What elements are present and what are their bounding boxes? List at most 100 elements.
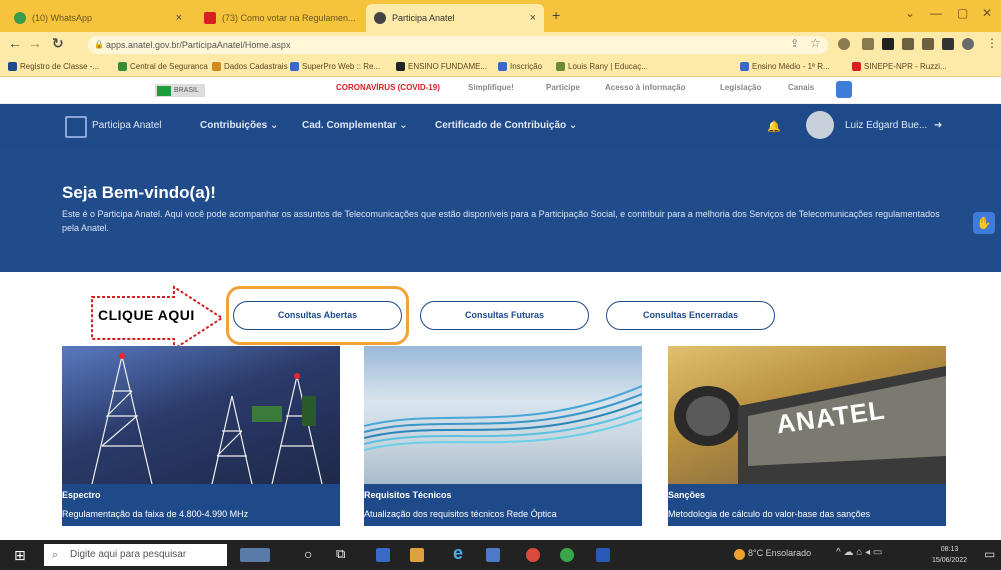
url-field[interactable]: 🔒 apps.anatel.gov.br/ParticipaAnatel/Hom…: [88, 36, 828, 54]
close-icon[interactable]: ×: [176, 12, 182, 24]
cortana-icon[interactable]: ○: [304, 546, 312, 562]
site-logo-text[interactable]: Participa Anatel: [92, 120, 162, 131]
task-view-icon[interactable]: ⧉: [336, 546, 345, 562]
nav-label: Cad. Complementar: [302, 120, 397, 131]
date-text: 15/06/2022: [932, 557, 968, 564]
back-arrow-icon[interactable]: ←: [8, 35, 22, 51]
chevron-down-icon[interactable]: ⌄: [905, 6, 915, 20]
bookmark-item[interactable]: ENSINO FUNDAME...: [396, 62, 487, 71]
star-icon[interactable]: ☆: [810, 36, 821, 50]
fiber-optic-icon: [364, 385, 642, 451]
bookmark-item[interactable]: Louis Rany | Educaç...: [556, 62, 648, 71]
gov-link-participe[interactable]: Participe: [546, 83, 580, 92]
news-widget-icon[interactable]: [240, 548, 270, 562]
extension-icon[interactable]: [838, 38, 850, 50]
annotation-label: CLIQUE AQUI: [98, 307, 195, 323]
card-espectro[interactable]: Espectro Regulamentação da faixa de 4.80…: [62, 346, 340, 526]
user-name[interactable]: Luiz Edgard Bue...: [845, 120, 927, 131]
whatsapp-icon: [14, 12, 26, 24]
bookmark-icon: [212, 62, 221, 71]
tab-youtube[interactable]: (73) Como votar na Regulamen... ×: [196, 4, 362, 32]
avatar[interactable]: [806, 111, 834, 139]
gov-link-canais[interactable]: Canais: [788, 83, 814, 92]
card-body: Espectro Regulamentação da faixa de 4.80…: [62, 484, 340, 526]
nav-label: Certificado de Contribuição: [435, 120, 567, 131]
tab-label: (10) WhatsApp: [32, 13, 93, 23]
store-icon[interactable]: [486, 548, 500, 562]
bookmark-item[interactable]: Ensino Médio - 1ª R...: [740, 62, 830, 71]
bookmark-item[interactable]: Central de Seguranca: [118, 62, 208, 71]
accessibility-hand-icon[interactable]: ✋: [973, 212, 995, 234]
extension-icon[interactable]: [882, 38, 894, 50]
close-icon[interactable]: ×: [530, 12, 536, 24]
taskbar-search-input[interactable]: ⌕ Digite aqui para pesquisar: [44, 544, 227, 566]
maximize-icon[interactable]: ▢: [957, 6, 968, 20]
app-icon[interactable]: [526, 548, 540, 562]
file-explorer-icon[interactable]: [410, 548, 424, 562]
bookmark-label: SINEPE-NPR - Ruzzi...: [864, 62, 947, 71]
card-description: Atualização dos requisitos técnicos Rede…: [364, 509, 557, 519]
close-window-icon[interactable]: ✕: [982, 6, 992, 20]
bookmark-label: Louis Rany | Educaç...: [568, 62, 648, 71]
share-icon[interactable]: ⇪: [790, 37, 799, 50]
gov-link-covid[interactable]: CORONAVÍRUS (COVID-19): [336, 83, 440, 92]
bookmark-label: Central de Seguranca: [130, 62, 208, 71]
edge-icon[interactable]: e: [453, 543, 463, 564]
logout-icon[interactable]: ➜: [934, 120, 942, 131]
card-description: Regulamentação da faixa de 4.800-4.990 M…: [62, 509, 249, 519]
reload-icon[interactable]: ↻: [52, 35, 64, 52]
url-text: apps.anatel.gov.br/ParticipaAnatel/Home.…: [106, 40, 291, 50]
bookmark-item[interactable]: Dados Cadastrais: [212, 62, 288, 71]
puzzle-icon[interactable]: [922, 38, 934, 50]
windows-start-icon[interactable]: ⊞: [14, 547, 26, 564]
bookmark-item[interactable]: Inscrição: [498, 62, 542, 71]
search-icon: ⌕: [52, 549, 59, 561]
sidebar-icon[interactable]: [942, 38, 954, 50]
card-image: [62, 346, 340, 485]
taskbar: ⊞ ⌕ Digite aqui para pesquisar ○ ⧉ e 8°C…: [0, 540, 1001, 570]
nav-certificado[interactable]: Certificado de Contribuição ⌄: [435, 120, 577, 131]
nav-contribuicoes[interactable]: Contribuições ⌄: [200, 120, 278, 131]
tray-icons[interactable]: ^ ☁ ⌂ ◂ ▭: [836, 547, 882, 558]
hero-description: Este é o Participa Anatel. Aqui você pod…: [62, 209, 940, 233]
notifications-icon[interactable]: ▭: [984, 547, 995, 561]
menu-icon[interactable]: ⋮: [986, 36, 998, 50]
bookmark-icon: [8, 62, 17, 71]
extension-icon[interactable]: [862, 38, 874, 50]
filter-consultas-futuras[interactable]: Consultas Futuras: [420, 301, 589, 330]
mail-icon[interactable]: [376, 548, 390, 562]
nav-cad-complementar[interactable]: Cad. Complementar ⌄: [302, 120, 408, 131]
tab-whatsapp[interactable]: (10) WhatsApp ×: [6, 4, 190, 32]
accessibility-icon[interactable]: [836, 81, 852, 98]
bookmark-item[interactable]: SINEPE-NPR - Ruzzi...: [852, 62, 947, 71]
bell-icon[interactable]: 🔔: [767, 120, 781, 133]
card-body: Requisitos Técnicos Atualização dos requ…: [364, 484, 642, 526]
chrome-icon[interactable]: [560, 548, 574, 562]
minimize-icon[interactable]: —: [930, 6, 942, 20]
filter-consultas-abertas[interactable]: Consultas Abertas: [233, 301, 402, 330]
forward-arrow-icon[interactable]: →: [28, 35, 42, 51]
tab-participa-anatel[interactable]: Participa Anatel ×: [366, 4, 544, 32]
filter-consultas-encerradas[interactable]: Consultas Encerradas: [606, 301, 775, 330]
bookmark-label: Ensino Médio - 1ª R...: [752, 62, 830, 71]
card-image: [364, 346, 642, 484]
card-sancoes[interactable]: ANATEL Sanções Metodologia de cálculo do…: [668, 346, 946, 526]
card-body: Sanções Metodologia de cálculo do valor-…: [668, 484, 946, 526]
card-requisitos-tecnicos[interactable]: Requisitos Técnicos Atualização dos requ…: [364, 346, 642, 526]
bookmark-item[interactable]: SuperPro Web :: Re...: [290, 62, 380, 71]
bookmarks-bar: Registro de Classe -... Central de Segur…: [0, 58, 1001, 77]
card-title: Requisitos Técnicos: [364, 490, 452, 500]
new-tab-button[interactable]: +: [552, 7, 560, 23]
gov-link-acesso[interactable]: Acesso à informação: [605, 83, 685, 92]
brasil-badge[interactable]: BRASIL: [155, 84, 205, 97]
avatar[interactable]: [962, 38, 974, 50]
weather-text[interactable]: 8°C Ensolarado: [748, 548, 811, 558]
time-text: 08:13: [940, 546, 959, 553]
bookmark-item[interactable]: Registro de Classe -...: [8, 62, 99, 71]
clock[interactable]: 08:13 15/06/2022: [932, 544, 967, 566]
gov-link-legislacao[interactable]: Legislação: [720, 83, 761, 92]
brasil-label: BRASIL: [174, 87, 199, 94]
word-icon[interactable]: [596, 548, 610, 562]
extension-icon[interactable]: [902, 38, 914, 50]
gov-link-simplifique[interactable]: Simplifique!: [468, 83, 514, 92]
